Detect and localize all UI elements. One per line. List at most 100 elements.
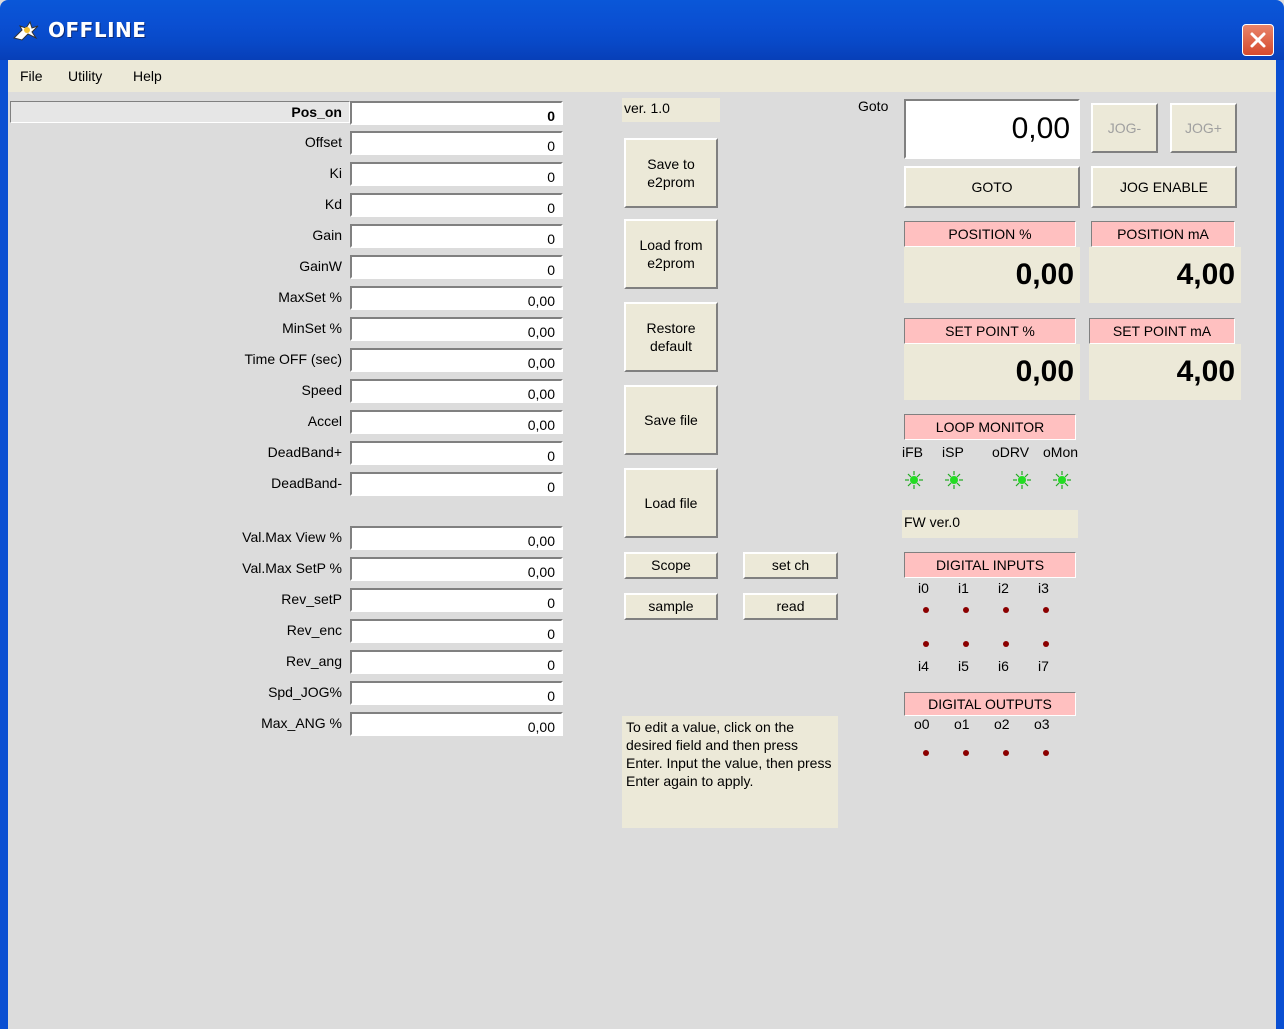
digital-output-label: o2 — [994, 716, 1010, 732]
loop-signal-isp: iSP — [942, 444, 964, 460]
param-label: Offset — [304, 134, 342, 150]
digital-input-label: i4 — [918, 658, 929, 674]
param-field[interactable]: 0 — [350, 131, 563, 155]
param-field[interactable]: 0,00 — [350, 557, 563, 581]
close-button[interactable] — [1242, 24, 1274, 56]
app-icon — [12, 18, 40, 42]
digital-output-indicator — [1043, 750, 1049, 756]
digital-input-label: i3 — [1038, 580, 1049, 596]
menu-help[interactable]: Help — [133, 68, 162, 84]
param-field[interactable]: 0,00 — [350, 379, 563, 403]
param-field[interactable]: 0 — [350, 162, 563, 186]
window-title: OFFLINE — [48, 18, 147, 42]
param-field[interactable]: 0,00 — [350, 712, 563, 736]
digital-input-indicator — [1003, 607, 1009, 613]
loop-led-icon — [904, 470, 924, 490]
setpoint-ma-value: 4,00 — [1089, 344, 1241, 400]
position-ma-label: POSITION mA — [1091, 221, 1235, 247]
param-label: DeadBand+ — [267, 444, 342, 460]
param-label: Val.Max View % — [242, 529, 342, 545]
setpoint-pct-label: SET POINT % — [904, 318, 1076, 344]
jog-minus-button[interactable]: JOG- — [1091, 103, 1158, 153]
param-field[interactable]: 0,00 — [350, 286, 563, 310]
jog-enable-button[interactable]: JOG ENABLE — [1091, 166, 1237, 208]
param-field[interactable]: 0,00 — [350, 410, 563, 434]
close-icon — [1250, 32, 1266, 48]
loop-signal-omon: oMon — [1043, 444, 1079, 460]
param-label: Gain — [312, 227, 342, 243]
loop-led-icon — [1012, 470, 1032, 490]
window-frame-right — [1276, 92, 1284, 1029]
param-field[interactable]: 0,00 — [350, 348, 563, 372]
param-label: Ki — [329, 165, 342, 181]
goto-label: Goto — [858, 98, 889, 114]
scope-button[interactable]: Scope — [624, 552, 718, 579]
read-button[interactable]: read — [743, 593, 838, 620]
param-field[interactable]: 0 — [350, 681, 563, 705]
setpoint-ma-label: SET POINT mA — [1089, 318, 1235, 344]
save-file-button[interactable]: Save file — [624, 385, 718, 455]
digital-inputs-label: DIGITAL INPUTS — [904, 552, 1076, 578]
load-file-button[interactable]: Load file — [624, 468, 718, 538]
param-field[interactable]: 0 — [350, 650, 563, 674]
param-field[interactable]: 0 — [350, 619, 563, 643]
param-label: Kd — [324, 196, 342, 212]
load-from-e2prom-button[interactable]: Load from e2prom — [624, 219, 718, 289]
goto-button[interactable]: GOTO — [904, 166, 1080, 208]
param-label: Rev_enc — [286, 622, 342, 638]
setpoint-pct-value: 0,00 — [904, 344, 1080, 400]
param-field[interactable]: 0 — [350, 441, 563, 465]
param-label: Spd_JOG% — [268, 684, 342, 700]
digital-output-indicator — [923, 750, 929, 756]
digital-input-label: i6 — [998, 658, 1009, 674]
param-field[interactable]: 0 — [350, 588, 563, 612]
loop-led-icon — [944, 470, 964, 490]
loop-monitor-label: LOOP MONITOR — [904, 414, 1076, 440]
param-field[interactable]: 0,00 — [350, 317, 563, 341]
loop-led-icon — [1052, 470, 1072, 490]
title-bar — [0, 0, 1284, 60]
digital-output-indicator — [963, 750, 969, 756]
param-field[interactable]: 0 — [350, 472, 563, 496]
digital-input-label: i1 — [958, 580, 969, 596]
digital-input-label: i5 — [958, 658, 969, 674]
menu-bar: File Utility Help — [0, 60, 1284, 92]
restore-default-button[interactable]: Restore default — [624, 302, 718, 372]
version-label: ver. 1.0 — [622, 98, 720, 122]
param-label: Accel — [307, 413, 342, 429]
param-field[interactable]: 0 — [350, 193, 563, 217]
digital-input-indicator — [1043, 641, 1049, 647]
digital-outputs-label: DIGITAL OUTPUTS — [904, 692, 1076, 716]
help-text: To edit a value, click on the desired fi… — [622, 716, 838, 828]
param-label: Rev_setP — [281, 591, 342, 607]
goto-input[interactable]: 0,00 — [904, 99, 1080, 159]
set-ch-button[interactable]: set ch — [743, 552, 838, 579]
digital-input-label: i7 — [1038, 658, 1049, 674]
param-field[interactable]: 0 — [350, 255, 563, 279]
param-field[interactable]: 0,00 — [350, 526, 563, 550]
param-label: Speed — [301, 382, 342, 398]
digital-input-label: i2 — [998, 580, 1009, 596]
param-label: Time OFF (sec) — [244, 351, 342, 367]
jog-plus-button[interactable]: JOG+ — [1170, 103, 1237, 153]
menu-file[interactable]: File — [20, 68, 43, 84]
save-to-e2prom-button[interactable]: Save to e2prom — [624, 138, 718, 208]
loop-signal-odrv: oDRV — [992, 444, 1030, 460]
position-ma-value: 4,00 — [1089, 247, 1241, 303]
param-label: MinSet % — [282, 320, 342, 336]
digital-input-indicator — [923, 641, 929, 647]
param-field[interactable]: 0 — [350, 224, 563, 248]
param-label: Max_ANG % — [261, 715, 342, 731]
pos-on-label: Pos_on — [291, 104, 342, 120]
menu-utility[interactable]: Utility — [68, 68, 102, 84]
param-label: Val.Max SetP % — [242, 560, 342, 576]
digital-output-indicator — [1003, 750, 1009, 756]
loop-signal-ifb: iFB — [902, 444, 923, 460]
param-label: Rev_ang — [285, 653, 342, 669]
param-label: MaxSet % — [278, 289, 342, 305]
digital-input-indicator — [923, 607, 929, 613]
param-label: DeadBand- — [271, 475, 342, 491]
digital-output-label: o1 — [954, 716, 970, 732]
sample-button[interactable]: sample — [624, 593, 718, 620]
pos-on-field[interactable]: 0 — [350, 101, 563, 125]
